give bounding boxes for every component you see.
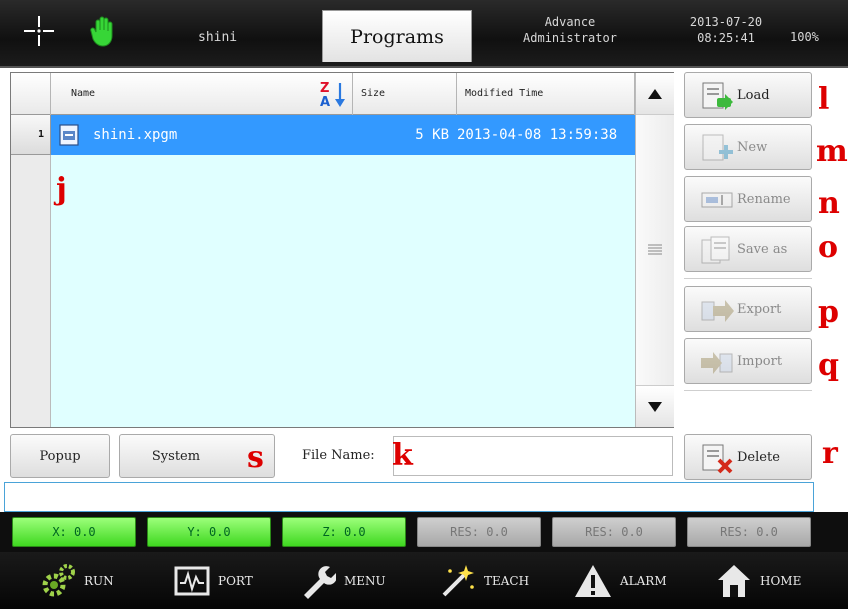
vertical-scrollbar[interactable] (635, 73, 674, 427)
load-icon (702, 82, 733, 110)
import-label: Import (737, 354, 783, 369)
nav-port[interactable]: PORT (174, 552, 253, 609)
port-monitor-icon (174, 566, 210, 595)
side-divider (684, 390, 812, 391)
annotation-o: o (818, 230, 839, 265)
annotation-j: j (56, 172, 67, 207)
home-icon (718, 564, 750, 597)
import-button[interactable]: Import (684, 338, 812, 384)
side-divider (684, 278, 812, 279)
program-file-table: Name Z A Size Modified Time 1 shini.xpgm… (10, 72, 674, 428)
nav-teach[interactable]: TEACH (440, 552, 529, 609)
file-name-label: File Name: (302, 448, 375, 463)
annotation-p: p (818, 295, 839, 330)
grip-icon (648, 244, 662, 255)
hand-icon[interactable] (88, 16, 118, 48)
nav-run-label: RUN (84, 573, 114, 588)
annotation-m: m (816, 134, 848, 169)
arrow-down-icon (648, 401, 662, 412)
table-header: Name Z A Size Modified Time (11, 73, 635, 115)
nav-home-label: HOME (760, 573, 802, 588)
annotation-n: n (818, 186, 840, 221)
export-button[interactable]: Export (684, 286, 812, 332)
role-line-2: Administrator (523, 31, 617, 45)
wrench-icon (304, 565, 336, 599)
arrow-up-icon (648, 88, 662, 99)
save-as-button[interactable]: Save as (684, 226, 812, 272)
save-as-label: Save as (737, 242, 788, 257)
role-line-1: Advance (544, 15, 596, 29)
nav-menu[interactable]: MENU (300, 552, 386, 609)
column-header-name[interactable]: Name (51, 73, 353, 115)
gears-icon (42, 563, 75, 596)
date-text: 2013-07-20 (689, 15, 763, 29)
file-name-input[interactable] (393, 436, 673, 476)
annotation-r: r (822, 436, 838, 471)
file-size-cell: 5 KB (415, 127, 449, 143)
percent-indicator: 100% (790, 30, 819, 44)
annotation-l: l (818, 82, 830, 117)
datetime: 2013-07-20 08:25:41 (686, 14, 766, 46)
save-as-icon (701, 236, 730, 264)
file-name-cell: shini.xpgm (93, 127, 178, 143)
delete-icon (702, 444, 733, 474)
popup-button[interactable]: Popup (10, 434, 110, 478)
new-file-icon (702, 134, 733, 161)
coord-x: X: 0.0 (12, 517, 136, 547)
annotation-s: s (247, 440, 264, 475)
rename-button[interactable]: Rename (684, 176, 812, 222)
column-header-modified[interactable]: Modified Time (457, 73, 635, 115)
bottom-nav: RUN PORT MENU TEACH ALARM HOME (0, 552, 848, 609)
new-label: New (737, 140, 768, 155)
nav-alarm-label: ALARM (620, 573, 667, 588)
nav-port-label: PORT (218, 573, 253, 588)
warning-icon (575, 564, 611, 597)
svg-text:Z: Z (320, 81, 329, 96)
new-button[interactable]: New (684, 124, 812, 170)
coord-y: Y: 0.0 (147, 517, 271, 547)
column-header-size[interactable]: Size (353, 73, 457, 115)
svg-text:A: A (320, 95, 330, 109)
magic-wand-icon (442, 564, 474, 596)
tab-programs[interactable]: Programs (322, 10, 472, 62)
annotation-q: q (818, 348, 839, 383)
import-icon (701, 352, 733, 374)
sort-az-icon[interactable]: Z A (318, 79, 348, 109)
crosshair-icon[interactable] (22, 14, 56, 48)
file-modified-cell: 2013-04-08 13:59:38 (457, 127, 618, 143)
time-text: 08:25:41 (697, 31, 755, 45)
scroll-thumb[interactable] (636, 115, 674, 385)
scroll-up-button[interactable] (636, 73, 674, 115)
export-icon (701, 300, 734, 322)
coord-res-2: RES: 0.0 (552, 517, 676, 547)
current-user: shini (198, 30, 238, 45)
nav-menu-label: MENU (344, 573, 386, 588)
rename-icon (701, 192, 733, 208)
column-header-index (11, 73, 51, 115)
coordinate-bar: X: 0.0 Y: 0.0 Z: 0.0 RES: 0.0 RES: 0.0 R… (0, 512, 848, 552)
coord-z: Z: 0.0 (282, 517, 406, 547)
user-role: Advance Administrator (508, 14, 632, 46)
row-index: 1 (11, 115, 51, 155)
load-button[interactable]: Load (684, 72, 812, 118)
nav-teach-label: TEACH (484, 573, 530, 588)
top-status-bar: shini Programs Advance Administrator 201… (0, 0, 848, 68)
coord-res-3: RES: 0.0 (687, 517, 811, 547)
program-file-icon (59, 124, 79, 146)
export-label: Export (737, 302, 782, 317)
coord-res-1: RES: 0.0 (417, 517, 541, 547)
message-bar (4, 482, 814, 512)
annotation-k: k (392, 438, 413, 473)
table-row[interactable]: shini.xpgm 5 KB 2013-04-08 13:59:38 (51, 115, 635, 155)
scroll-down-button[interactable] (636, 385, 674, 427)
rename-label: Rename (737, 192, 791, 207)
delete-button[interactable]: Delete (684, 434, 812, 480)
delete-label: Delete (737, 450, 780, 465)
nav-run[interactable]: RUN (40, 552, 114, 609)
row-index-gutter (11, 155, 51, 427)
nav-alarm[interactable]: ALARM (574, 552, 667, 609)
nav-home[interactable]: HOME (716, 552, 801, 609)
load-label: Load (737, 88, 770, 103)
